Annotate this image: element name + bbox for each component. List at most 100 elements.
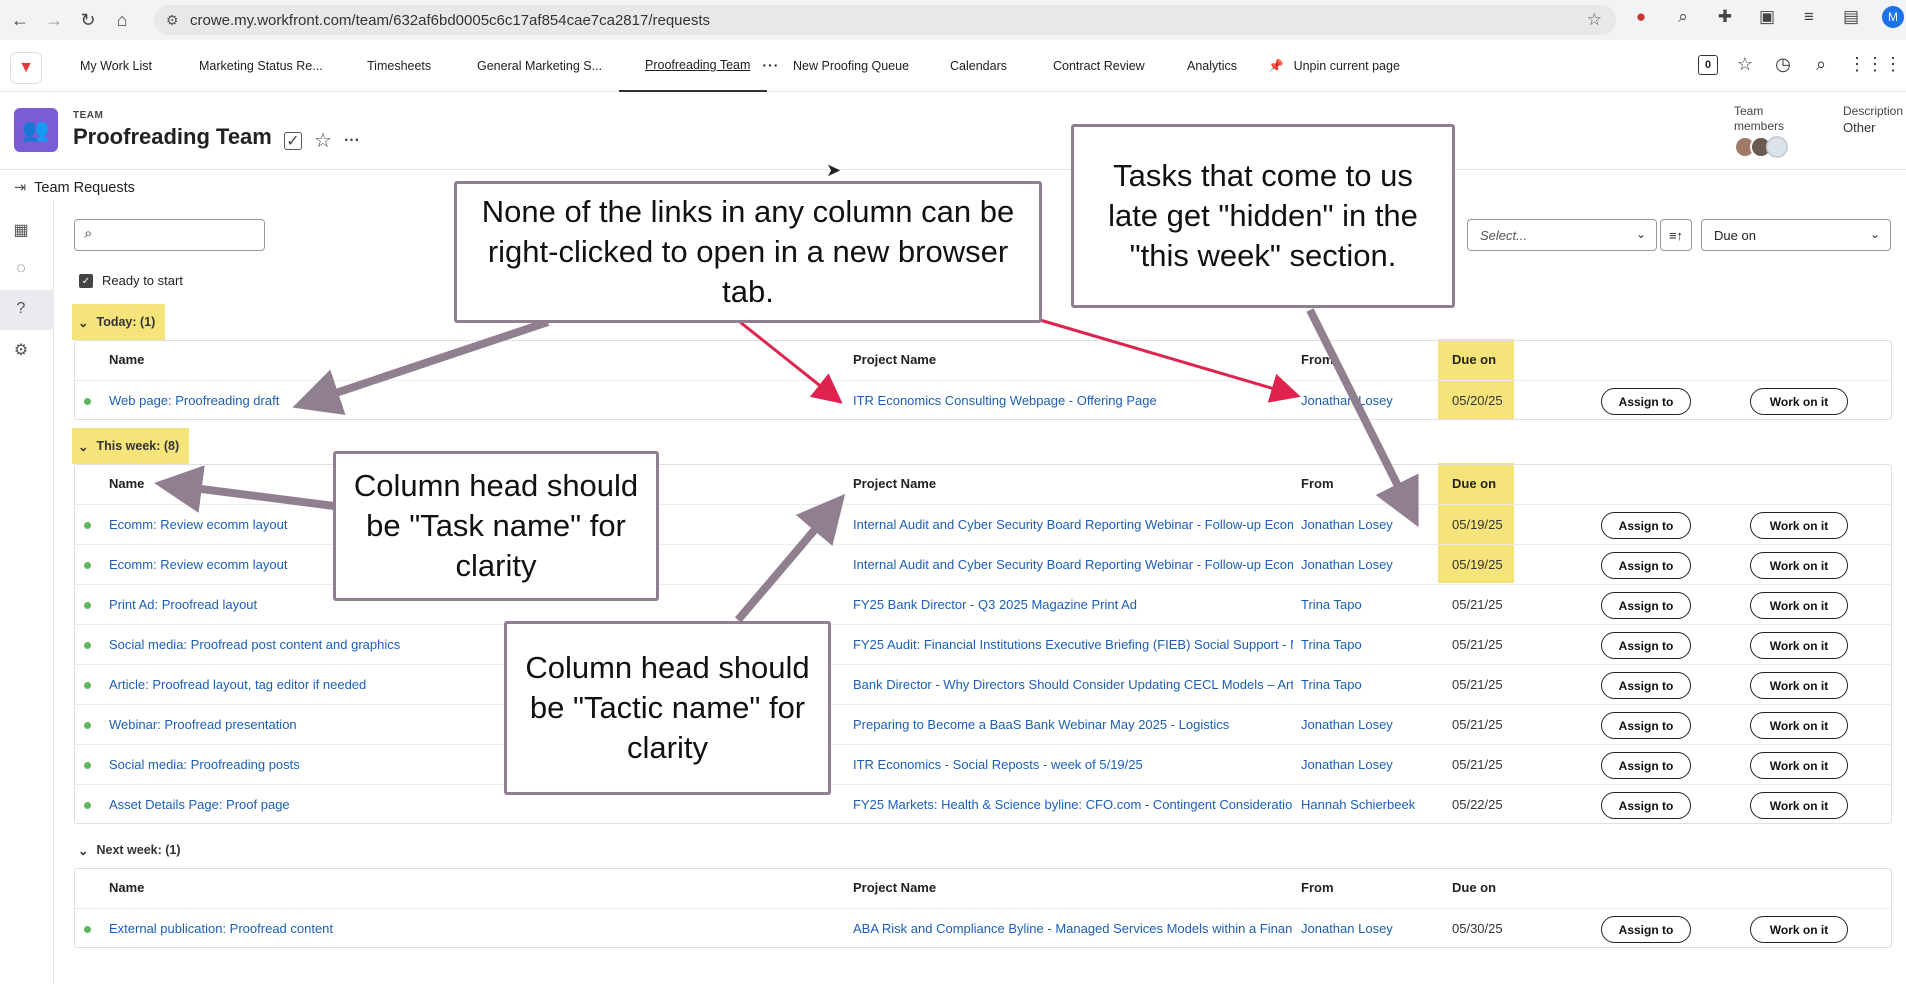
tab-timesheets[interactable]: Timesheets	[367, 40, 431, 92]
from-user-link[interactable]: Jonathan Losey	[1301, 557, 1456, 572]
extension-icon[interactable]: ●	[1630, 7, 1652, 27]
screenshot-icon[interactable]: ▣	[1756, 7, 1778, 27]
work-on-it-button[interactable]: Work on it	[1750, 712, 1848, 739]
tab-marketing-status[interactable]: Marketing Status Re...	[199, 40, 323, 92]
site-info-icon[interactable]: ⚙	[166, 12, 179, 29]
reload-icon[interactable]: ↻	[74, 6, 102, 34]
from-user-link[interactable]: Jonathan Losey	[1301, 517, 1456, 532]
from-user-link[interactable]: Jonathan Losey	[1301, 921, 1456, 936]
favorites-star-icon[interactable]: ☆	[1734, 54, 1756, 75]
assign-to-button[interactable]: Assign to	[1601, 752, 1691, 779]
assign-to-button[interactable]: Assign to	[1601, 632, 1691, 659]
requests-question-icon[interactable]: ?	[10, 300, 32, 322]
tab-analytics[interactable]: Analytics	[1187, 40, 1237, 92]
column-header-due[interactable]: Due on	[1452, 352, 1496, 367]
column-header-due[interactable]: Due on	[1452, 880, 1496, 895]
sort-select[interactable]: Due on ⌄	[1701, 219, 1891, 251]
project-name-link[interactable]: FY25 Audit: Financial Institutions Execu…	[853, 637, 1293, 652]
filter-select[interactable]: Select... ⌄	[1467, 219, 1657, 251]
chat-icon[interactable]: ◌	[10, 260, 32, 282]
work-on-it-button[interactable]: Work on it	[1750, 672, 1848, 699]
column-header-due[interactable]: Due on	[1452, 476, 1496, 491]
from-user-link[interactable]: Jonathan Losey	[1301, 717, 1456, 732]
column-header-project[interactable]: Project Name	[853, 880, 936, 895]
work-on-it-button[interactable]: Work on it	[1750, 512, 1848, 539]
app-grid-icon[interactable]: ⋮⋮⋮	[1848, 54, 1902, 75]
from-user-link[interactable]: Jonathan Losey	[1301, 757, 1456, 772]
task-name-link[interactable]: Web page: Proofreading draft	[109, 393, 699, 408]
work-on-it-button[interactable]: Work on it	[1750, 388, 1848, 415]
tab-my-work-list[interactable]: My Work List	[80, 40, 152, 92]
project-name-link[interactable]: FY25 Markets: Health & Science byline: C…	[853, 797, 1293, 812]
sort-direction-button[interactable]: ≡↑	[1660, 219, 1692, 251]
unpin-page-button[interactable]: 📌 Unpin current page	[1268, 40, 1400, 92]
project-name-link[interactable]: ITR Economics Consulting Webpage - Offer…	[853, 393, 1293, 408]
assign-to-button[interactable]: Assign to	[1601, 552, 1691, 579]
from-user-link[interactable]: Jonathan Losey	[1301, 393, 1456, 408]
sidepanel-icon[interactable]: ▤	[1840, 7, 1862, 27]
column-header-from[interactable]: From	[1301, 352, 1334, 367]
back-icon[interactable]: ←	[6, 6, 34, 34]
puzzle-icon[interactable]: ✚	[1714, 7, 1736, 27]
assign-to-button[interactable]: Assign to	[1601, 592, 1691, 619]
column-header-from[interactable]: From	[1301, 476, 1334, 491]
section-today-toggle[interactable]: ⌄ Today: (1)	[72, 304, 166, 340]
forward-icon[interactable]: →	[40, 6, 68, 34]
search-icon[interactable]: ⌕	[1810, 54, 1832, 75]
column-header-name[interactable]: Name	[109, 880, 144, 895]
favorite-star-icon[interactable]: ☆	[314, 128, 332, 153]
section-this-week-toggle[interactable]: ⌄ This week: (8)	[72, 428, 190, 464]
address-bar[interactable]: ⚙ crowe.my.workfront.com/team/632af6bd00…	[154, 5, 1616, 35]
project-name-link[interactable]: ABA Risk and Compliance Byline - Managed…	[853, 921, 1293, 936]
tab-proofreading-team[interactable]: Proofreading Team ···	[619, 40, 778, 92]
collapse-panel-icon[interactable]: ⇥	[14, 180, 26, 196]
assign-to-button[interactable]: Assign to	[1601, 712, 1691, 739]
assign-to-button[interactable]: Assign to	[1601, 672, 1691, 699]
recents-clock-icon[interactable]: ◷	[1772, 54, 1794, 75]
settings-gear-icon[interactable]: ⚙	[10, 340, 32, 362]
project-name-link[interactable]: ITR Economics - Social Reposts - week of…	[853, 757, 1293, 772]
work-on-it-button[interactable]: Work on it	[1750, 752, 1848, 779]
project-name-link[interactable]: Internal Audit and Cyber Security Board …	[853, 517, 1293, 532]
assign-to-button[interactable]: Assign to	[1601, 512, 1691, 539]
tab-contract-review[interactable]: Contract Review	[1053, 40, 1145, 92]
assign-to-button[interactable]: Assign to	[1601, 916, 1691, 943]
project-name-link[interactable]: FY25 Bank Director - Q3 2025 Magazine Pr…	[853, 597, 1293, 612]
home-icon[interactable]: ⌂	[108, 6, 136, 34]
task-name-link[interactable]: External publication: Proofread content	[109, 921, 699, 936]
task-name-link[interactable]: Asset Details Page: Proof page	[109, 797, 699, 812]
tab-general-marketing[interactable]: General Marketing S...	[477, 40, 602, 92]
tab-new-proofing-queue[interactable]: New Proofing Queue	[793, 40, 909, 92]
column-header-project[interactable]: Project Name	[853, 352, 936, 367]
notifications-badge[interactable]: 0	[1698, 54, 1718, 75]
work-on-it-button[interactable]: Work on it	[1750, 916, 1848, 943]
work-on-it-button[interactable]: Work on it	[1750, 552, 1848, 579]
assign-to-button[interactable]: Assign to	[1601, 388, 1691, 415]
tab-calendars[interactable]: Calendars	[950, 40, 1007, 92]
section-next-week-toggle[interactable]: ⌄ Next week: (1)	[72, 832, 191, 868]
from-user-link[interactable]: Trina Tapo	[1301, 597, 1456, 612]
project-name-link[interactable]: Internal Audit and Cyber Security Board …	[853, 557, 1293, 572]
from-user-link[interactable]: Hannah Schierbeek	[1301, 797, 1456, 812]
work-on-it-button[interactable]: Work on it	[1750, 592, 1848, 619]
from-user-link[interactable]: Trina Tapo	[1301, 637, 1456, 652]
project-name-link[interactable]: Bank Director - Why Directors Should Con…	[853, 677, 1293, 692]
work-on-it-button[interactable]: Work on it	[1750, 632, 1848, 659]
column-header-name[interactable]: Name	[109, 476, 144, 491]
ready-to-start-checkbox[interactable]: ✓	[79, 274, 93, 288]
tab-more-icon[interactable]: ···	[762, 57, 779, 73]
bookmark-star-icon[interactable]: ☆	[1587, 10, 1602, 30]
column-header-from[interactable]: From	[1301, 880, 1334, 895]
calendar-icon[interactable]: ▦	[10, 220, 32, 242]
avatar[interactable]	[1766, 136, 1788, 158]
more-options-icon[interactable]: ···	[344, 132, 360, 150]
team-member-avatars[interactable]	[1734, 136, 1788, 158]
dropdown-check-icon[interactable]: ✓	[284, 131, 302, 150]
column-header-project[interactable]: Project Name	[853, 476, 936, 491]
search-input[interactable]	[74, 219, 265, 251]
from-user-link[interactable]: Trina Tapo	[1301, 677, 1456, 692]
column-header-name[interactable]: Name	[109, 352, 144, 367]
project-name-link[interactable]: Preparing to Become a BaaS Bank Webinar …	[853, 717, 1293, 732]
zoom-icon[interactable]: ⌕	[1672, 7, 1694, 27]
assign-to-button[interactable]: Assign to	[1601, 792, 1691, 819]
